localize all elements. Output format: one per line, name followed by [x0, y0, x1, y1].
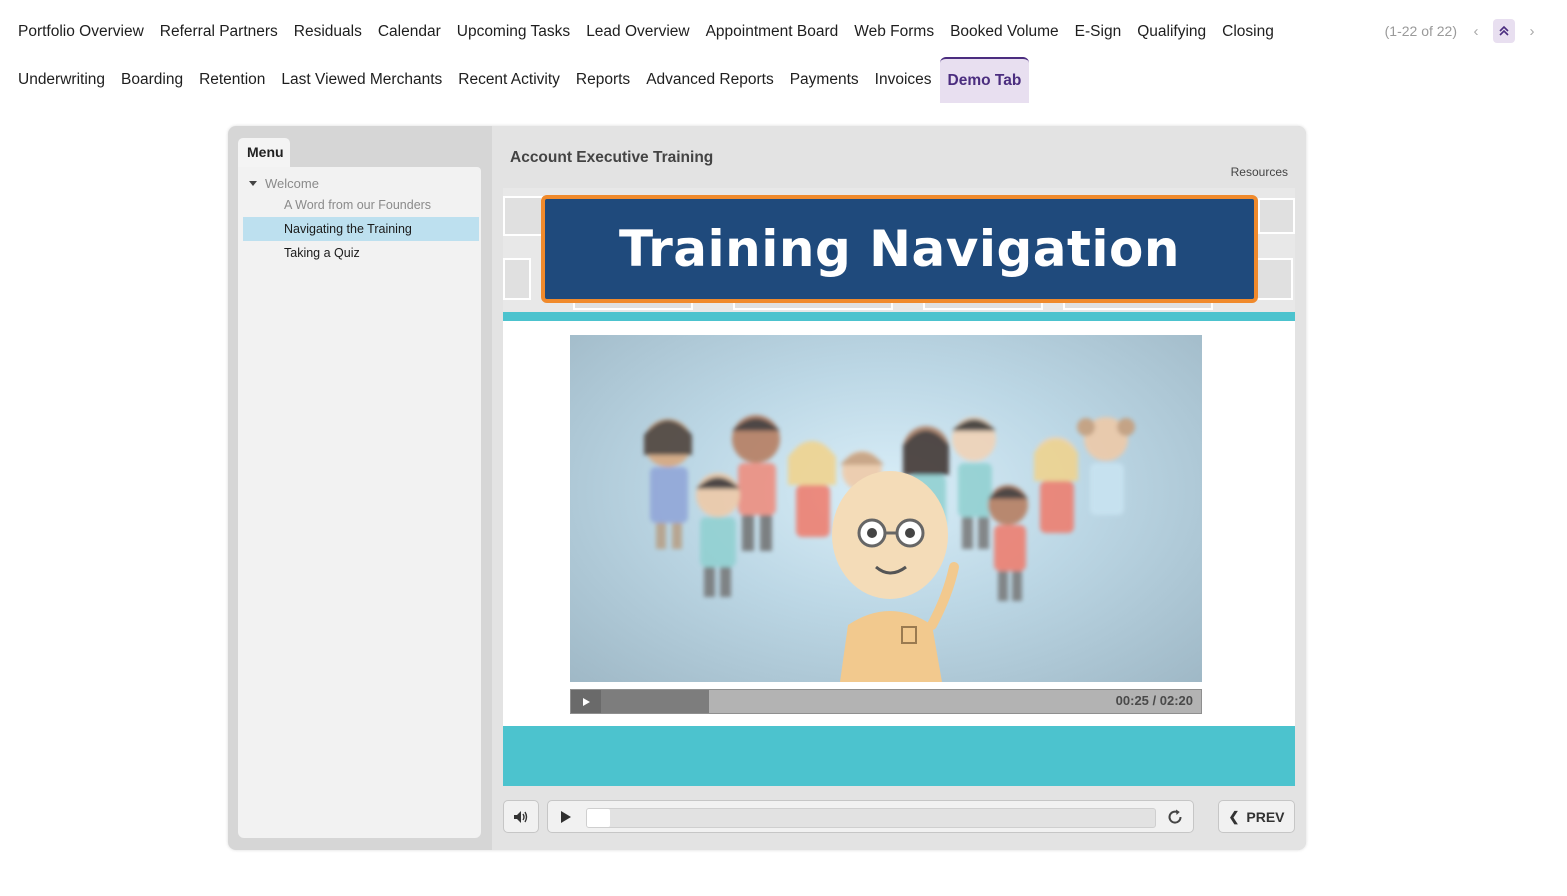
- slide-title-banner: Training Navigation: [541, 195, 1258, 303]
- tab-underwriting[interactable]: Underwriting: [10, 57, 113, 103]
- tab-boarding[interactable]: Boarding: [113, 57, 191, 103]
- decor-block: [503, 196, 543, 236]
- tab-portfolio-overview[interactable]: Portfolio Overview: [10, 9, 152, 55]
- tab-lead-overview[interactable]: Lead Overview: [578, 9, 697, 55]
- speaker-icon: [514, 810, 528, 823]
- slide-progress-track[interactable]: [586, 808, 1156, 828]
- tab-booked-volume[interactable]: Booked Volume: [942, 9, 1067, 55]
- volume-button[interactable]: [503, 800, 539, 833]
- slide-play-button[interactable]: [558, 809, 574, 825]
- play-icon: [582, 697, 590, 706]
- tab-recent-activity[interactable]: Recent Activity: [450, 57, 568, 103]
- slide: Training Navigation 00:25 / 02:20: [503, 188, 1295, 786]
- video-frame[interactable]: [570, 335, 1202, 682]
- video-controls: 00:25 / 02:20: [570, 689, 1202, 714]
- decor-block: [503, 258, 531, 300]
- tab-pager: (1-22 of 22) ‹ ›: [1385, 19, 1543, 43]
- course-title: Account Executive Training: [510, 149, 714, 166]
- slide-footer-band: [503, 726, 1295, 786]
- double-chevron-up-icon[interactable]: [1493, 19, 1515, 43]
- menu-section-label: Welcome: [265, 175, 319, 191]
- tab-row-2: Underwriting Boarding Retention Last Vie…: [10, 56, 1350, 104]
- resources-link[interactable]: Resources: [1231, 165, 1288, 179]
- video-illustration: [644, 415, 1135, 682]
- video-play-button[interactable]: [571, 690, 601, 713]
- slide-area: Account Executive Training Resources Tra…: [492, 126, 1306, 850]
- prev-label: PREV: [1246, 808, 1285, 825]
- replay-icon[interactable]: [1165, 807, 1185, 827]
- tab-web-forms[interactable]: Web Forms: [846, 9, 942, 55]
- chevron-right-icon[interactable]: ›: [1521, 19, 1543, 43]
- chevron-left-icon: ❮: [1228, 808, 1240, 824]
- decor-block: [1255, 258, 1293, 300]
- slide-progress-fill: [587, 809, 610, 827]
- caret-down-icon: [249, 180, 257, 186]
- menu-tab[interactable]: Menu: [238, 138, 290, 168]
- tab-referral-partners[interactable]: Referral Partners: [152, 9, 286, 55]
- chevron-left-icon[interactable]: ‹: [1465, 19, 1487, 43]
- tab-retention[interactable]: Retention: [191, 57, 273, 103]
- tab-row-1: Portfolio Overview Referral Partners Res…: [10, 0, 1350, 56]
- tab-upcoming-tasks[interactable]: Upcoming Tasks: [449, 9, 578, 55]
- training-player: Menu Welcome A Word from our Founders Na…: [228, 126, 1306, 850]
- tab-residuals[interactable]: Residuals: [286, 9, 370, 55]
- tab-reports[interactable]: Reports: [568, 57, 638, 103]
- menu-section-welcome[interactable]: Welcome: [238, 173, 481, 193]
- tab-advanced-reports[interactable]: Advanced Reports: [638, 57, 782, 103]
- tab-appointment-board[interactable]: Appointment Board: [698, 9, 847, 55]
- menu-item-word-from-founders[interactable]: A Word from our Founders: [243, 193, 479, 217]
- tab-payments[interactable]: Payments: [782, 57, 867, 103]
- tab-closing[interactable]: Closing: [1214, 9, 1282, 55]
- tab-last-viewed-merchants[interactable]: Last Viewed Merchants: [273, 57, 450, 103]
- tab-qualifying[interactable]: Qualifying: [1129, 9, 1214, 55]
- video-time: 00:25 / 02:20: [1115, 693, 1193, 708]
- pager-count: (1-22 of 22): [1384, 23, 1457, 39]
- slide-seekbar: [547, 800, 1194, 833]
- teal-divider: [503, 312, 1295, 321]
- prev-button[interactable]: ❮ PREV: [1218, 800, 1295, 833]
- course-menu: Menu Welcome A Word from our Founders Na…: [238, 138, 481, 838]
- play-icon: [561, 811, 571, 823]
- decor-block: [1258, 198, 1295, 234]
- tab-calendar[interactable]: Calendar: [370, 9, 449, 55]
- main-tab-bar: Portfolio Overview Referral Partners Res…: [10, 0, 1350, 104]
- tab-e-sign[interactable]: E-Sign: [1067, 9, 1130, 55]
- slide-title: Training Navigation: [618, 220, 1180, 278]
- tab-invoices[interactable]: Invoices: [867, 57, 940, 103]
- tab-demo-tab[interactable]: Demo Tab: [939, 57, 1030, 103]
- video-progress[interactable]: [601, 690, 709, 713]
- menu-panel: Welcome A Word from our Founders Navigat…: [238, 167, 481, 838]
- menu-item-taking-quiz[interactable]: Taking a Quiz: [243, 241, 479, 265]
- menu-item-navigating-training[interactable]: Navigating the Training: [243, 217, 479, 241]
